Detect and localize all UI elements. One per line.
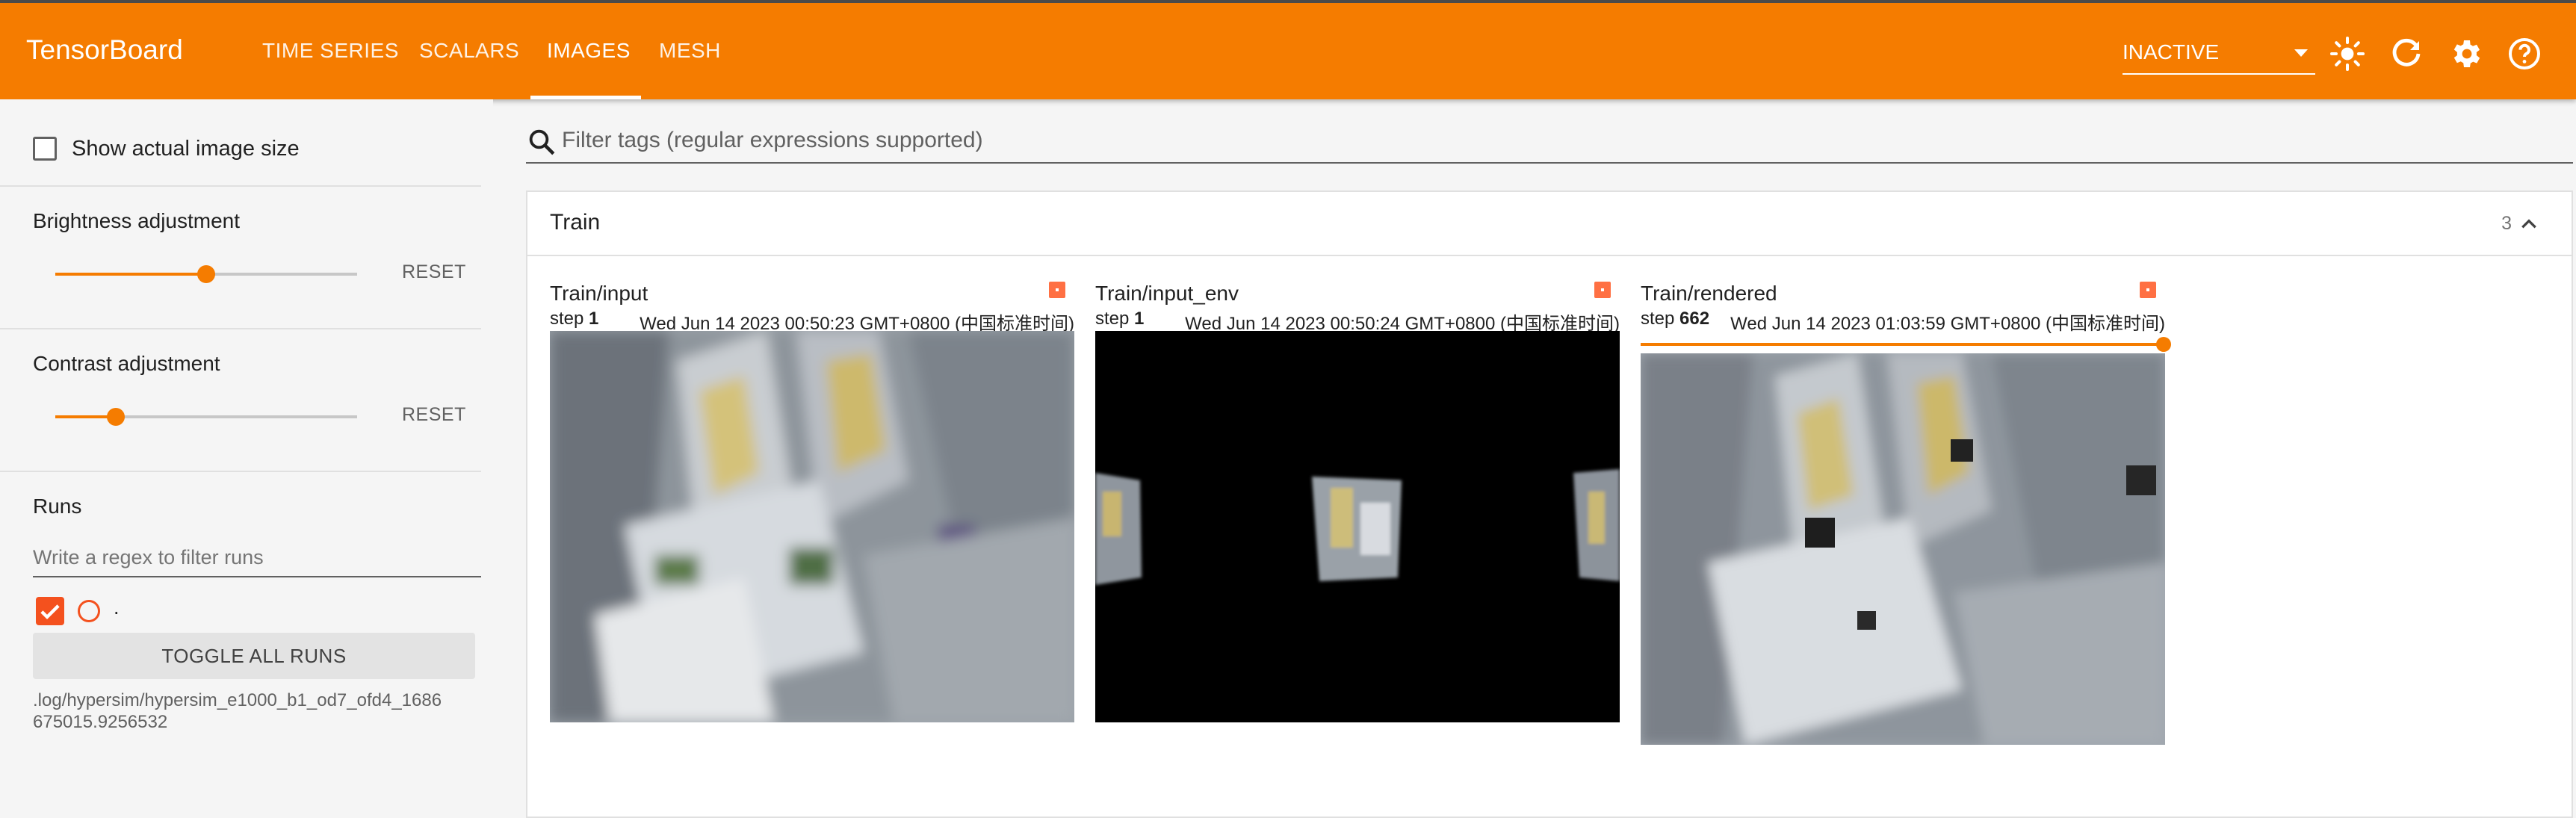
search-icon	[529, 129, 555, 155]
image-train-rendered[interactable]	[1641, 353, 2165, 745]
runs-filter-placeholder: Write a regex to filter runs	[33, 546, 264, 568]
divider	[0, 185, 481, 187]
run-path: .log/hypersim/hypersim_e1000_b1_od7_ofd4…	[33, 690, 442, 732]
tag-group-card: Train 3 Train/input step 1 Wed Jun 14 20…	[526, 190, 2573, 818]
image-title: Train/input	[550, 282, 648, 305]
show-actual-size-checkbox[interactable]	[33, 137, 57, 161]
tab-images[interactable]: IMAGES	[547, 39, 631, 63]
plugin-status-select[interactable]: INACTIVE	[2123, 37, 2315, 75]
brightness-slider-fill	[55, 273, 206, 276]
tag-group-count: 3	[2501, 213, 2512, 234]
divider	[0, 471, 481, 472]
sidebar: Show actual image size Brightness adjust…	[0, 99, 493, 802]
main-content: Filter tags (regular expressions support…	[526, 99, 2576, 818]
run-checkbox[interactable]	[36, 597, 64, 625]
status-select-value: INACTIVE	[2123, 40, 2220, 63]
step-slider-thumb[interactable]	[2156, 337, 2171, 352]
brightness-slider[interactable]	[55, 265, 357, 283]
top-app-bar: TensorBoard TIME SERIES SCALARS IMAGES M…	[0, 0, 2576, 99]
image-timestamp: Wed Jun 14 2023 01:03:59 GMT+0800 (中国标准时…	[1730, 314, 2165, 334]
contrast-slider-thumb[interactable]	[106, 408, 125, 426]
image-step: step 1	[1095, 309, 1145, 329]
image-content	[550, 331, 1074, 722]
chevron-up-icon[interactable]	[2519, 214, 2539, 234]
refresh-icon[interactable]	[2388, 36, 2424, 72]
pin-icon[interactable]	[1049, 282, 1065, 298]
show-actual-size-label: Show actual image size	[72, 137, 300, 161]
app-title: TensorBoard	[26, 34, 183, 65]
image-content	[1095, 469, 1620, 585]
brightness-slider-thumb[interactable]	[197, 265, 215, 283]
help-icon[interactable]	[2507, 36, 2542, 72]
toggle-all-runs-label: TOGGLE ALL RUNS	[161, 645, 347, 667]
brightness-icon[interactable]	[2329, 36, 2365, 72]
image-title: Train/input_env	[1095, 282, 1239, 305]
image-train-input-env[interactable]	[1095, 331, 1620, 722]
pin-icon[interactable]	[2140, 282, 2156, 298]
tag-filter-input[interactable]: Filter tags (regular expressions support…	[526, 122, 2573, 164]
image-train-input[interactable]	[550, 331, 1074, 722]
run-color-swatch[interactable]	[78, 600, 100, 622]
runs-filter-input[interactable]: Write a regex to filter runs	[33, 540, 481, 577]
run-name: .	[114, 596, 120, 619]
image-step: step 662	[1641, 309, 1710, 329]
toggle-all-runs-button[interactable]: TOGGLE ALL RUNS	[33, 633, 475, 679]
tab-mesh[interactable]: MESH	[659, 39, 721, 63]
brightness-reset-button[interactable]: RESET	[402, 261, 466, 283]
tag-group-title: Train	[550, 210, 601, 235]
tab-time-series[interactable]: TIME SERIES	[262, 39, 399, 63]
image-title: Train/rendered	[1641, 282, 1777, 305]
runs-heading: Runs	[33, 495, 82, 518]
tag-group-header[interactable]: Train 3	[527, 192, 2572, 256]
image-step: step 1	[550, 309, 599, 329]
contrast-reset-button[interactable]: RESET	[402, 404, 466, 426]
settings-icon[interactable]	[2447, 36, 2483, 72]
chevron-down-icon	[2294, 49, 2308, 57]
image-content	[1641, 353, 2165, 745]
contrast-slider[interactable]	[55, 408, 357, 426]
step-slider[interactable]	[1641, 337, 2171, 352]
check-icon	[40, 604, 60, 620]
brightness-heading: Brightness adjustment	[33, 209, 241, 232]
contrast-heading: Contrast adjustment	[33, 352, 220, 375]
tag-filter-placeholder: Filter tags (regular expressions support…	[562, 128, 983, 152]
divider	[0, 328, 481, 329]
pin-icon[interactable]	[1594, 282, 1611, 298]
tab-scalars[interactable]: SCALARS	[419, 39, 519, 63]
